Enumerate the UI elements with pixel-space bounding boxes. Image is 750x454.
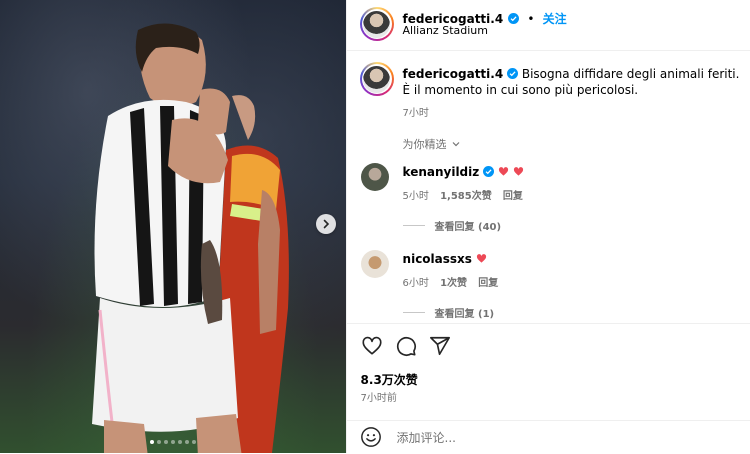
action-bar: 8.3万次赞 7小时前 bbox=[346, 323, 750, 404]
follow-button[interactable]: 关注 bbox=[543, 12, 567, 26]
carousel-dot[interactable] bbox=[177, 440, 182, 444]
post-sidebar: federicogatti.4 • 关注 Allianz Stadium fed… bbox=[345, 0, 750, 454]
view-replies-label: 查看回复 (1) bbox=[434, 309, 495, 320]
post-header: federicogatti.4 • 关注 Allianz Stadium bbox=[346, 0, 750, 51]
red-heart-emoji-icon bbox=[498, 166, 509, 177]
main-player bbox=[92, 23, 242, 453]
post-dialog: federicogatti.4 • 关注 Allianz Stadium fed… bbox=[0, 0, 750, 453]
carousel-dot[interactable] bbox=[170, 440, 175, 444]
carousel-dot[interactable] bbox=[149, 440, 154, 444]
share-button[interactable] bbox=[428, 334, 452, 358]
emoji-button[interactable] bbox=[360, 426, 382, 448]
verified-badge-icon bbox=[483, 166, 495, 177]
carousel-dot[interactable] bbox=[191, 440, 196, 444]
comment-time: 5小时 bbox=[402, 191, 429, 202]
comment-time: 6小时 bbox=[402, 278, 429, 289]
carousel-dot[interactable] bbox=[163, 440, 168, 444]
caption-line-1: Bisogna diffidare degli animali feriti. bbox=[521, 67, 740, 81]
view-replies-label: 查看回复 (40) bbox=[434, 222, 502, 233]
reply-divider bbox=[402, 312, 425, 313]
carousel-dot[interactable] bbox=[184, 440, 189, 444]
caption-username[interactable]: federicogatti.4 bbox=[403, 67, 504, 81]
view-replies-button[interactable]: 查看回复 (1) bbox=[402, 305, 495, 320]
chevron-down-icon bbox=[452, 142, 459, 147]
view-replies-button[interactable]: 查看回复 (40) bbox=[402, 218, 502, 233]
next-slide-button[interactable] bbox=[316, 214, 336, 234]
comment-likes[interactable]: 1,585次赞 bbox=[440, 191, 492, 202]
commenter-avatar[interactable] bbox=[360, 163, 389, 191]
author-avatar[interactable] bbox=[359, 7, 394, 41]
post-timestamp: 7小时前 bbox=[360, 393, 397, 404]
chevron-right-icon bbox=[323, 219, 330, 229]
comment-button[interactable] bbox=[394, 334, 418, 358]
comment-icon bbox=[396, 336, 416, 356]
caption-time: 7小时 bbox=[402, 108, 429, 119]
player-photo bbox=[92, 23, 289, 453]
reply-button[interactable]: 回复 bbox=[503, 191, 523, 202]
reply-divider bbox=[402, 225, 425, 226]
picked-for-you-toggle[interactable]: 为你精选 bbox=[403, 136, 461, 152]
post-media[interactable] bbox=[0, 0, 346, 453]
location-link[interactable]: Allianz Stadium bbox=[403, 24, 488, 37]
carousel-indicator bbox=[0, 440, 346, 444]
share-icon bbox=[429, 336, 450, 356]
carousel-dot[interactable] bbox=[156, 440, 161, 444]
red-heart-emoji-icon bbox=[476, 253, 487, 264]
emoji-smile-icon bbox=[360, 427, 381, 447]
verified-badge-icon bbox=[507, 68, 519, 79]
red-heart-emoji-icon bbox=[513, 166, 524, 177]
commenter-username[interactable]: nicolassxs bbox=[403, 252, 472, 266]
add-comment-bar bbox=[346, 420, 750, 454]
reply-button[interactable]: 回复 bbox=[478, 278, 498, 289]
picked-for-you-label: 为你精选 bbox=[402, 138, 447, 151]
heart-icon bbox=[361, 336, 382, 355]
comment-likes[interactable]: 1次赞 bbox=[440, 278, 467, 289]
like-count[interactable]: 8.3万次赞 bbox=[361, 371, 418, 388]
verified-badge-icon bbox=[508, 13, 520, 24]
separator-dot: • bbox=[527, 12, 535, 26]
caption-line-2: È il momento in cui sono più pericolosi. bbox=[402, 83, 639, 97]
add-comment-input[interactable] bbox=[394, 427, 719, 449]
commenter-avatar[interactable] bbox=[360, 250, 389, 278]
like-button[interactable] bbox=[360, 334, 384, 358]
caption-avatar[interactable] bbox=[359, 62, 394, 96]
commenter-username[interactable]: kenanyildiz bbox=[403, 165, 480, 179]
